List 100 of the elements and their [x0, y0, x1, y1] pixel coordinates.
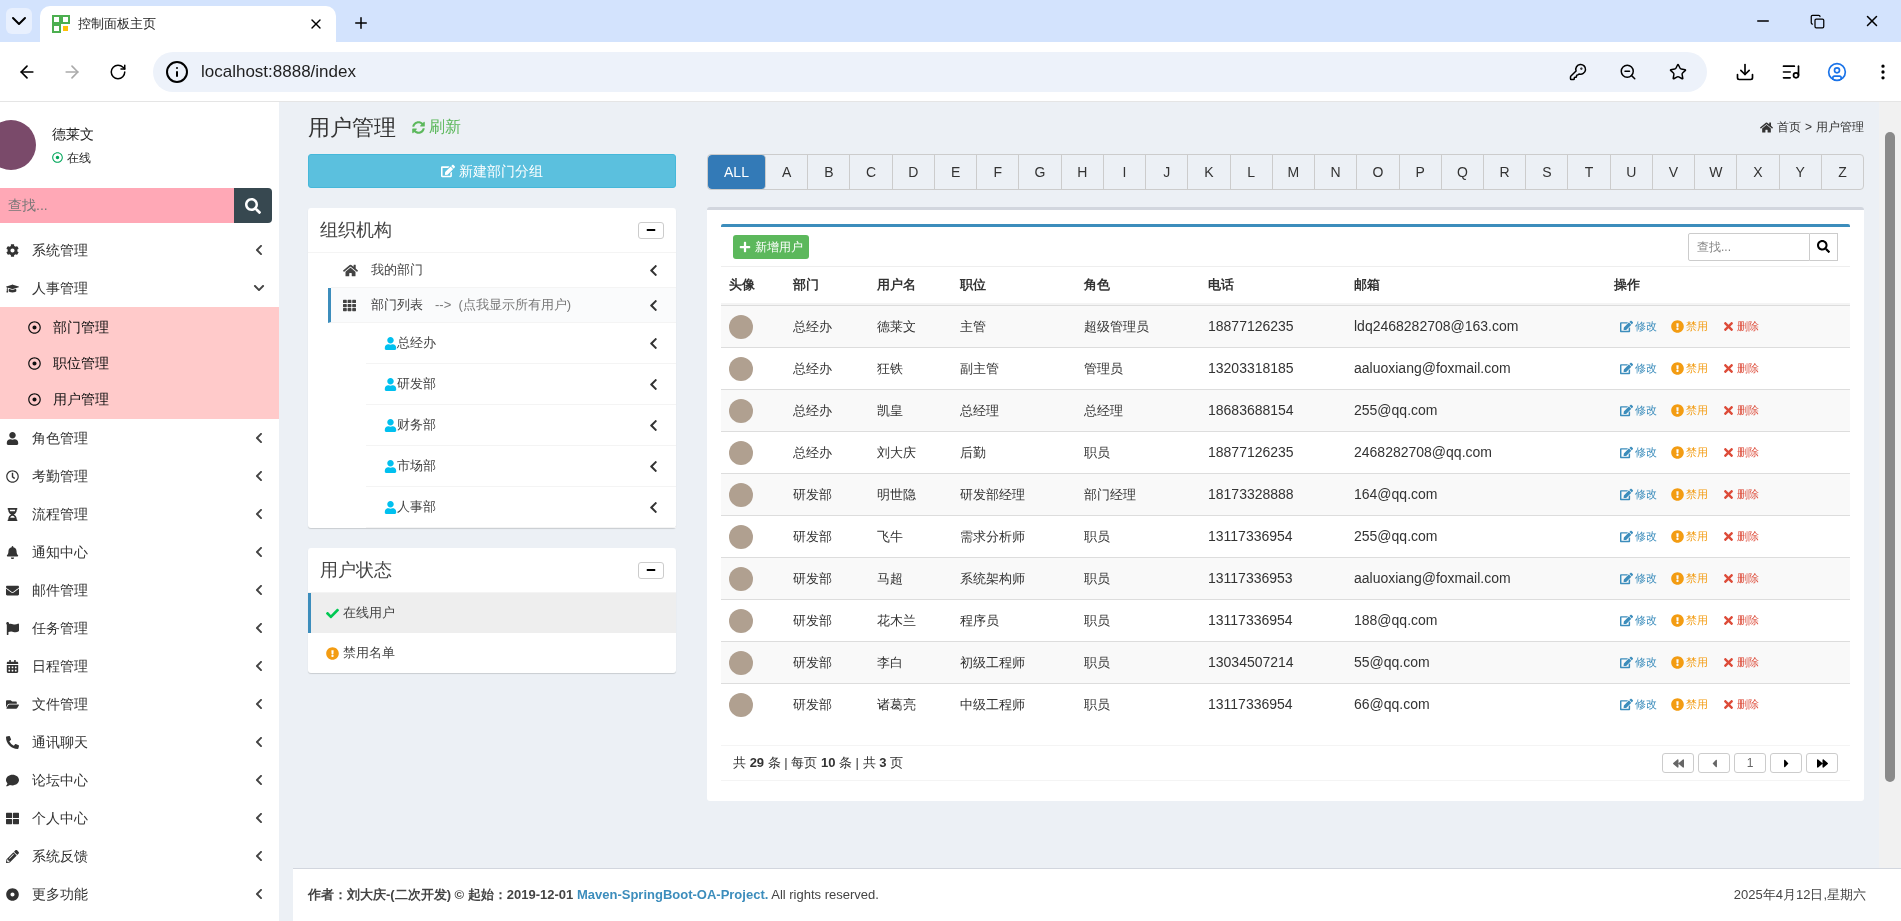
status-item[interactable]: 禁用名单 — [308, 633, 676, 673]
action-link[interactable]: 修改 — [1620, 318, 1657, 335]
table-search-field[interactable]: 查找... — [1688, 232, 1810, 261]
action-link[interactable]: 修改 — [1620, 444, 1657, 461]
letter-filter-tab[interactable]: C — [850, 155, 893, 189]
browser-tab[interactable]: 控制面板主页 — [40, 6, 336, 42]
letter-filter-tab[interactable]: B — [808, 155, 851, 189]
menu-item[interactable]: 考勤管理 — [0, 457, 279, 495]
project-link[interactable]: Maven-SpringBoot-OA-Project. — [576, 887, 769, 903]
letter-filter-tab[interactable]: X — [1737, 155, 1780, 189]
collapse-button[interactable] — [638, 561, 664, 579]
action-link[interactable]: 删除 — [1722, 570, 1759, 587]
first-page-button[interactable] — [1662, 753, 1694, 773]
search-button[interactable] — [1810, 232, 1838, 261]
action-link[interactable]: 删除 — [1722, 402, 1759, 419]
page-number-field[interactable]: 1 — [1734, 753, 1766, 773]
submenu-item[interactable]: 用户管理 — [0, 381, 279, 417]
next-page-button[interactable] — [1770, 753, 1802, 773]
action-link[interactable]: 删除 — [1722, 612, 1759, 629]
key-icon[interactable] — [1569, 62, 1587, 81]
letter-filter-tab[interactable]: S — [1526, 155, 1569, 189]
action-link[interactable]: 修改 — [1620, 402, 1657, 419]
menu-item[interactable]: 人事管理 — [0, 269, 279, 307]
action-link[interactable]: 修改 — [1620, 486, 1657, 503]
action-link[interactable]: 删除 — [1722, 318, 1759, 335]
menu-item[interactable]: 任务管理 — [0, 609, 279, 647]
tab-list-button[interactable] — [6, 8, 32, 34]
menu-item[interactable]: 流程管理 — [0, 495, 279, 533]
letter-filter-tab[interactable]: W — [1695, 155, 1738, 189]
letter-filter-tab[interactable]: M — [1272, 155, 1316, 189]
action-link[interactable]: 修改 — [1620, 360, 1657, 377]
letter-filter-tab[interactable]: Z — [1821, 155, 1863, 189]
department-item[interactable]: 人事部 — [366, 487, 676, 528]
letter-filter-tab[interactable]: L — [1230, 155, 1273, 189]
new-tab-icon[interactable] — [352, 14, 370, 32]
action-link[interactable]: 删除 — [1722, 486, 1759, 503]
address-bar[interactable]: localhost:8888/index — [152, 51, 1707, 92]
letter-filter-tab[interactable]: R — [1484, 155, 1527, 189]
action-link[interactable]: 删除 — [1722, 360, 1759, 377]
submenu-item[interactable]: 部门管理 — [0, 309, 279, 345]
previous-page-button[interactable] — [1698, 753, 1730, 773]
action-link[interactable]: 删除 — [1722, 654, 1759, 671]
action-link[interactable]: 修改 — [1620, 696, 1657, 713]
menu-item[interactable]: 文件管理 — [0, 685, 279, 723]
department-item[interactable]: 总经办 — [366, 323, 676, 364]
letter-filter-tab[interactable]: V — [1652, 155, 1696, 189]
action-link[interactable]: 修改 — [1620, 654, 1657, 671]
action-link[interactable]: 删除 — [1722, 696, 1759, 713]
letter-filter-tab[interactable]: U — [1610, 155, 1653, 189]
edit-icon — [1620, 572, 1633, 585]
menu-item[interactable]: 个人中心 — [0, 799, 279, 837]
action-link[interactable]: 删除 — [1722, 528, 1759, 545]
collapse-button[interactable] — [638, 221, 664, 239]
letter-filter-tab[interactable]: Q — [1441, 155, 1484, 189]
letter-filter-tab[interactable]: H — [1061, 155, 1104, 189]
table-cell-text: 研发部 — [793, 569, 833, 588]
action-link[interactable]: 修改 — [1620, 528, 1657, 545]
letter-filter-tab[interactable]: A — [766, 155, 809, 189]
search-button[interactable] — [234, 188, 272, 223]
department-item[interactable]: 财务部 — [366, 405, 676, 446]
zoom-out-icon[interactable] — [1619, 62, 1637, 81]
sidebar-search-field[interactable]: 查找... — [0, 188, 234, 223]
menu-item[interactable]: 角色管理 — [0, 419, 279, 457]
menu-item[interactable]: 更多功能 — [0, 875, 279, 913]
menu-item[interactable]: 通讯聊天 — [0, 723, 279, 761]
profile-icon[interactable] — [1827, 61, 1847, 82]
letter-filter-tab[interactable]: P — [1399, 155, 1442, 189]
letter-filter-tab[interactable]: E — [934, 155, 978, 189]
letter-filter-tab[interactable]: G — [1019, 155, 1062, 189]
letter-filter-tab[interactable]: D — [892, 155, 935, 189]
star-icon[interactable] — [1669, 62, 1687, 81]
letter-filter-tab[interactable]: I — [1103, 155, 1147, 189]
org-item[interactable]: 部门列表 --> (点我显示所有用户) — [328, 288, 676, 323]
letter-filter-tab[interactable]: F — [977, 155, 1020, 189]
org-item[interactable]: 我的部门 — [331, 253, 676, 288]
letter-filter-tab[interactable]: J — [1146, 155, 1189, 189]
menu-item[interactable]: 日程管理 — [0, 647, 279, 685]
action-link[interactable]: 修改 — [1620, 612, 1657, 629]
menu-item[interactable]: 系统反馈 — [0, 837, 279, 875]
letter-filter-tab[interactable]: K — [1188, 155, 1231, 189]
letter-filter-tab[interactable]: Y — [1779, 155, 1822, 189]
breadcrumb-link[interactable]: 首页 — [1777, 118, 1801, 136]
action-link[interactable]: 修改 — [1620, 570, 1657, 587]
status-item[interactable]: 在线用户 — [308, 593, 676, 633]
letter-filter-tab[interactable]: ALL — [708, 155, 766, 189]
last-page-button[interactable] — [1806, 753, 1838, 773]
letter-filter-tab[interactable]: T — [1568, 155, 1611, 189]
menu-item[interactable]: 系统管理 — [0, 231, 279, 269]
department-item[interactable]: 市场部 — [366, 446, 676, 487]
scrollbar[interactable] — [1879, 102, 1901, 868]
letter-filter-tab[interactable]: N — [1315, 155, 1358, 189]
action-link[interactable]: 删除 — [1722, 444, 1759, 461]
restore-icon[interactable] — [1810, 13, 1825, 29]
menu-item[interactable]: 通知中心 — [0, 533, 279, 571]
menu-item[interactable]: 论坛中心 — [0, 761, 279, 799]
submenu-item[interactable]: 职位管理 — [0, 345, 279, 381]
letter-filter-tab[interactable]: O — [1357, 155, 1400, 189]
department-item[interactable]: 研发部 — [366, 364, 676, 405]
download-icon[interactable] — [1735, 61, 1755, 82]
menu-item[interactable]: 邮件管理 — [0, 571, 279, 609]
